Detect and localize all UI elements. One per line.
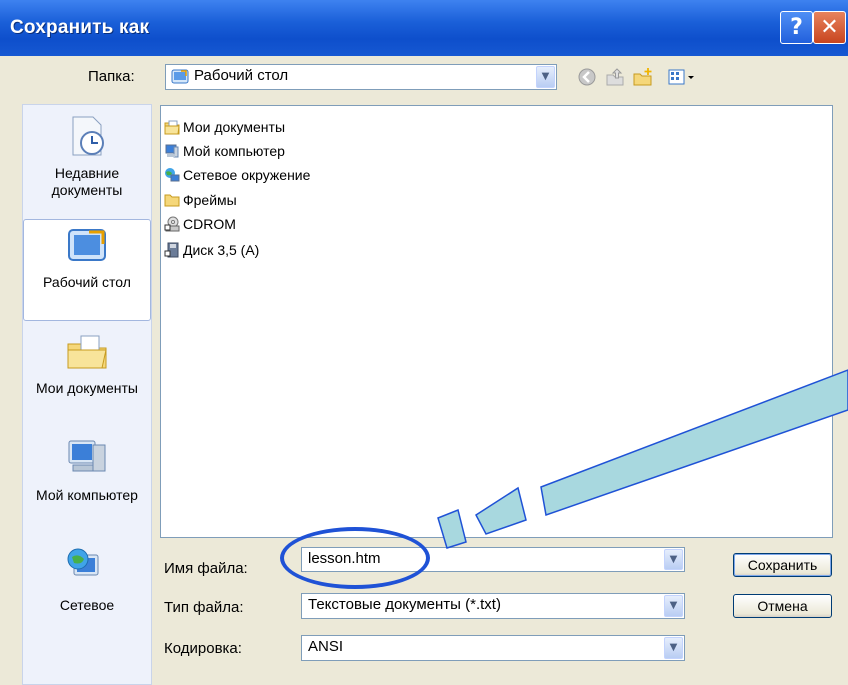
callout-pointer-segment: [475, 486, 527, 535]
highlight-ellipse: [280, 527, 430, 589]
callout-overlay: [437, 369, 848, 549]
save-as-dialog: Сохранить как ? ✕ Папка: Рабочий стол ▼: [0, 0, 848, 685]
callout-pointer-tail: [540, 369, 848, 516]
callout-pointer-segment: [437, 508, 467, 549]
